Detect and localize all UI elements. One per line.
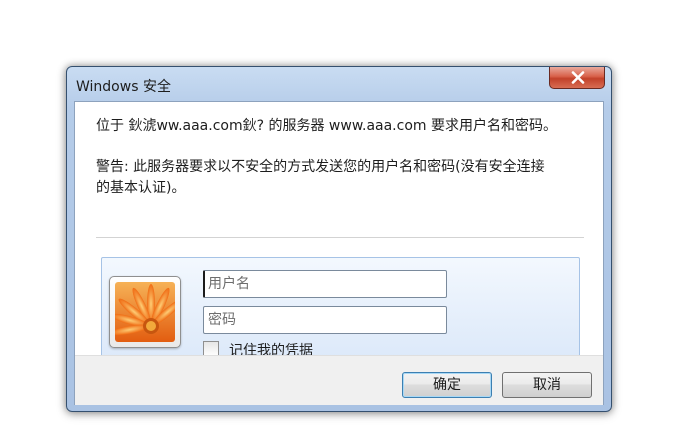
divider [96,237,584,238]
credential-dialog: Windows 安全 位于 鈥淲ww.aaa.com鈥? 的服务器 www.aa… [66,66,612,412]
credential-tile: 记住我的凭据 [101,257,580,366]
close-button[interactable] [549,67,605,89]
server-request-message: 位于 鈥淲ww.aaa.com鈥? 的服务器 www.aaa.com 要求用户名… [96,118,557,134]
dialog-content: 位于 鈥淲ww.aaa.com鈥? 的服务器 www.aaa.com 要求用户名… [74,101,604,405]
cancel-button[interactable]: 取消 [502,372,592,398]
window-title: Windows 安全 [76,79,171,95]
security-warning-line-1: 警告: 此服务器要求以不安全的方式发送您的用户名和密码(没有安全连接 [96,159,545,175]
button-bar: 确定 取消 [75,355,603,405]
title-bar[interactable]: Windows 安全 [67,67,611,101]
password-field[interactable] [203,306,447,334]
ok-button[interactable]: 确定 [402,372,492,398]
avatar [109,276,181,348]
username-field[interactable] [203,270,447,298]
user-tile-flower-icon [115,282,175,342]
close-icon [571,71,585,84]
security-warning-line-2: 的基本认证)。 [96,180,186,196]
